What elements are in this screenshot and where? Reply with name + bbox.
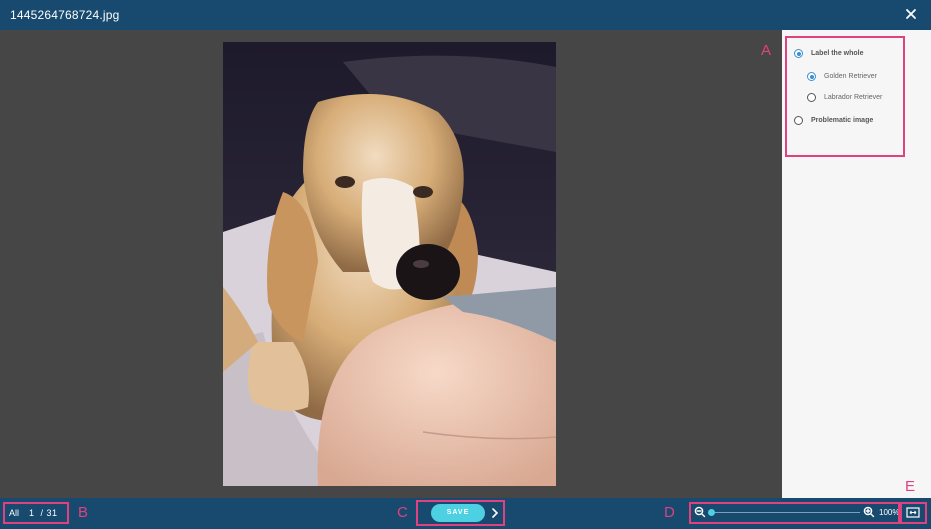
zoom-slider-thumb[interactable] [708,509,715,516]
option-problematic-image[interactable]: Problematic image [794,116,873,125]
option-problematic-image-text: Problematic image [811,117,874,124]
option-golden-retriever-text: Golden Retriever [824,73,877,80]
zoom-level: 100% [879,508,900,517]
zoom-in-icon[interactable] [863,506,875,518]
option-label-whole[interactable]: Label the whole [794,49,864,58]
fit-screen-icon[interactable] [906,507,920,518]
next-arrow-icon[interactable] [490,506,500,520]
dog-photo [223,42,556,486]
filter-select[interactable]: All [9,508,19,518]
file-title: 1445264768724.jpg [10,8,120,22]
radio-golden-retriever[interactable] [807,72,816,81]
image-viewer [0,30,782,498]
option-golden-retriever[interactable]: Golden Retriever [807,72,877,81]
radio-problematic-image[interactable] [794,116,803,125]
option-labrador-retriever[interactable]: Labrador Retriever [807,93,882,102]
option-labrador-retriever-text: Labrador Retriever [824,94,883,101]
zoom-slider-track[interactable] [710,512,860,513]
annotation-letter-d: D [664,504,675,521]
annotation-letter-b: B [78,504,89,521]
bottom-toolbar: All 1 / 31 SAVE 100% [0,498,931,529]
annotation-letter-a: A [761,42,772,59]
close-icon[interactable] [903,6,919,22]
radio-labrador-retriever[interactable] [807,93,816,102]
annotation-letter-c: C [397,504,408,521]
save-button[interactable]: SAVE [431,504,485,522]
title-bar: 1445264768724.jpg [0,0,931,30]
radio-label-whole[interactable] [794,49,803,58]
annotation-letter-e: E [905,478,916,495]
page-counter: 1 / 31 [29,508,58,518]
label-panel: Label the whole Golden Retriever Labrado… [782,30,931,498]
option-label-whole-text: Label the whole [811,50,864,57]
zoom-out-icon[interactable] [694,506,706,518]
